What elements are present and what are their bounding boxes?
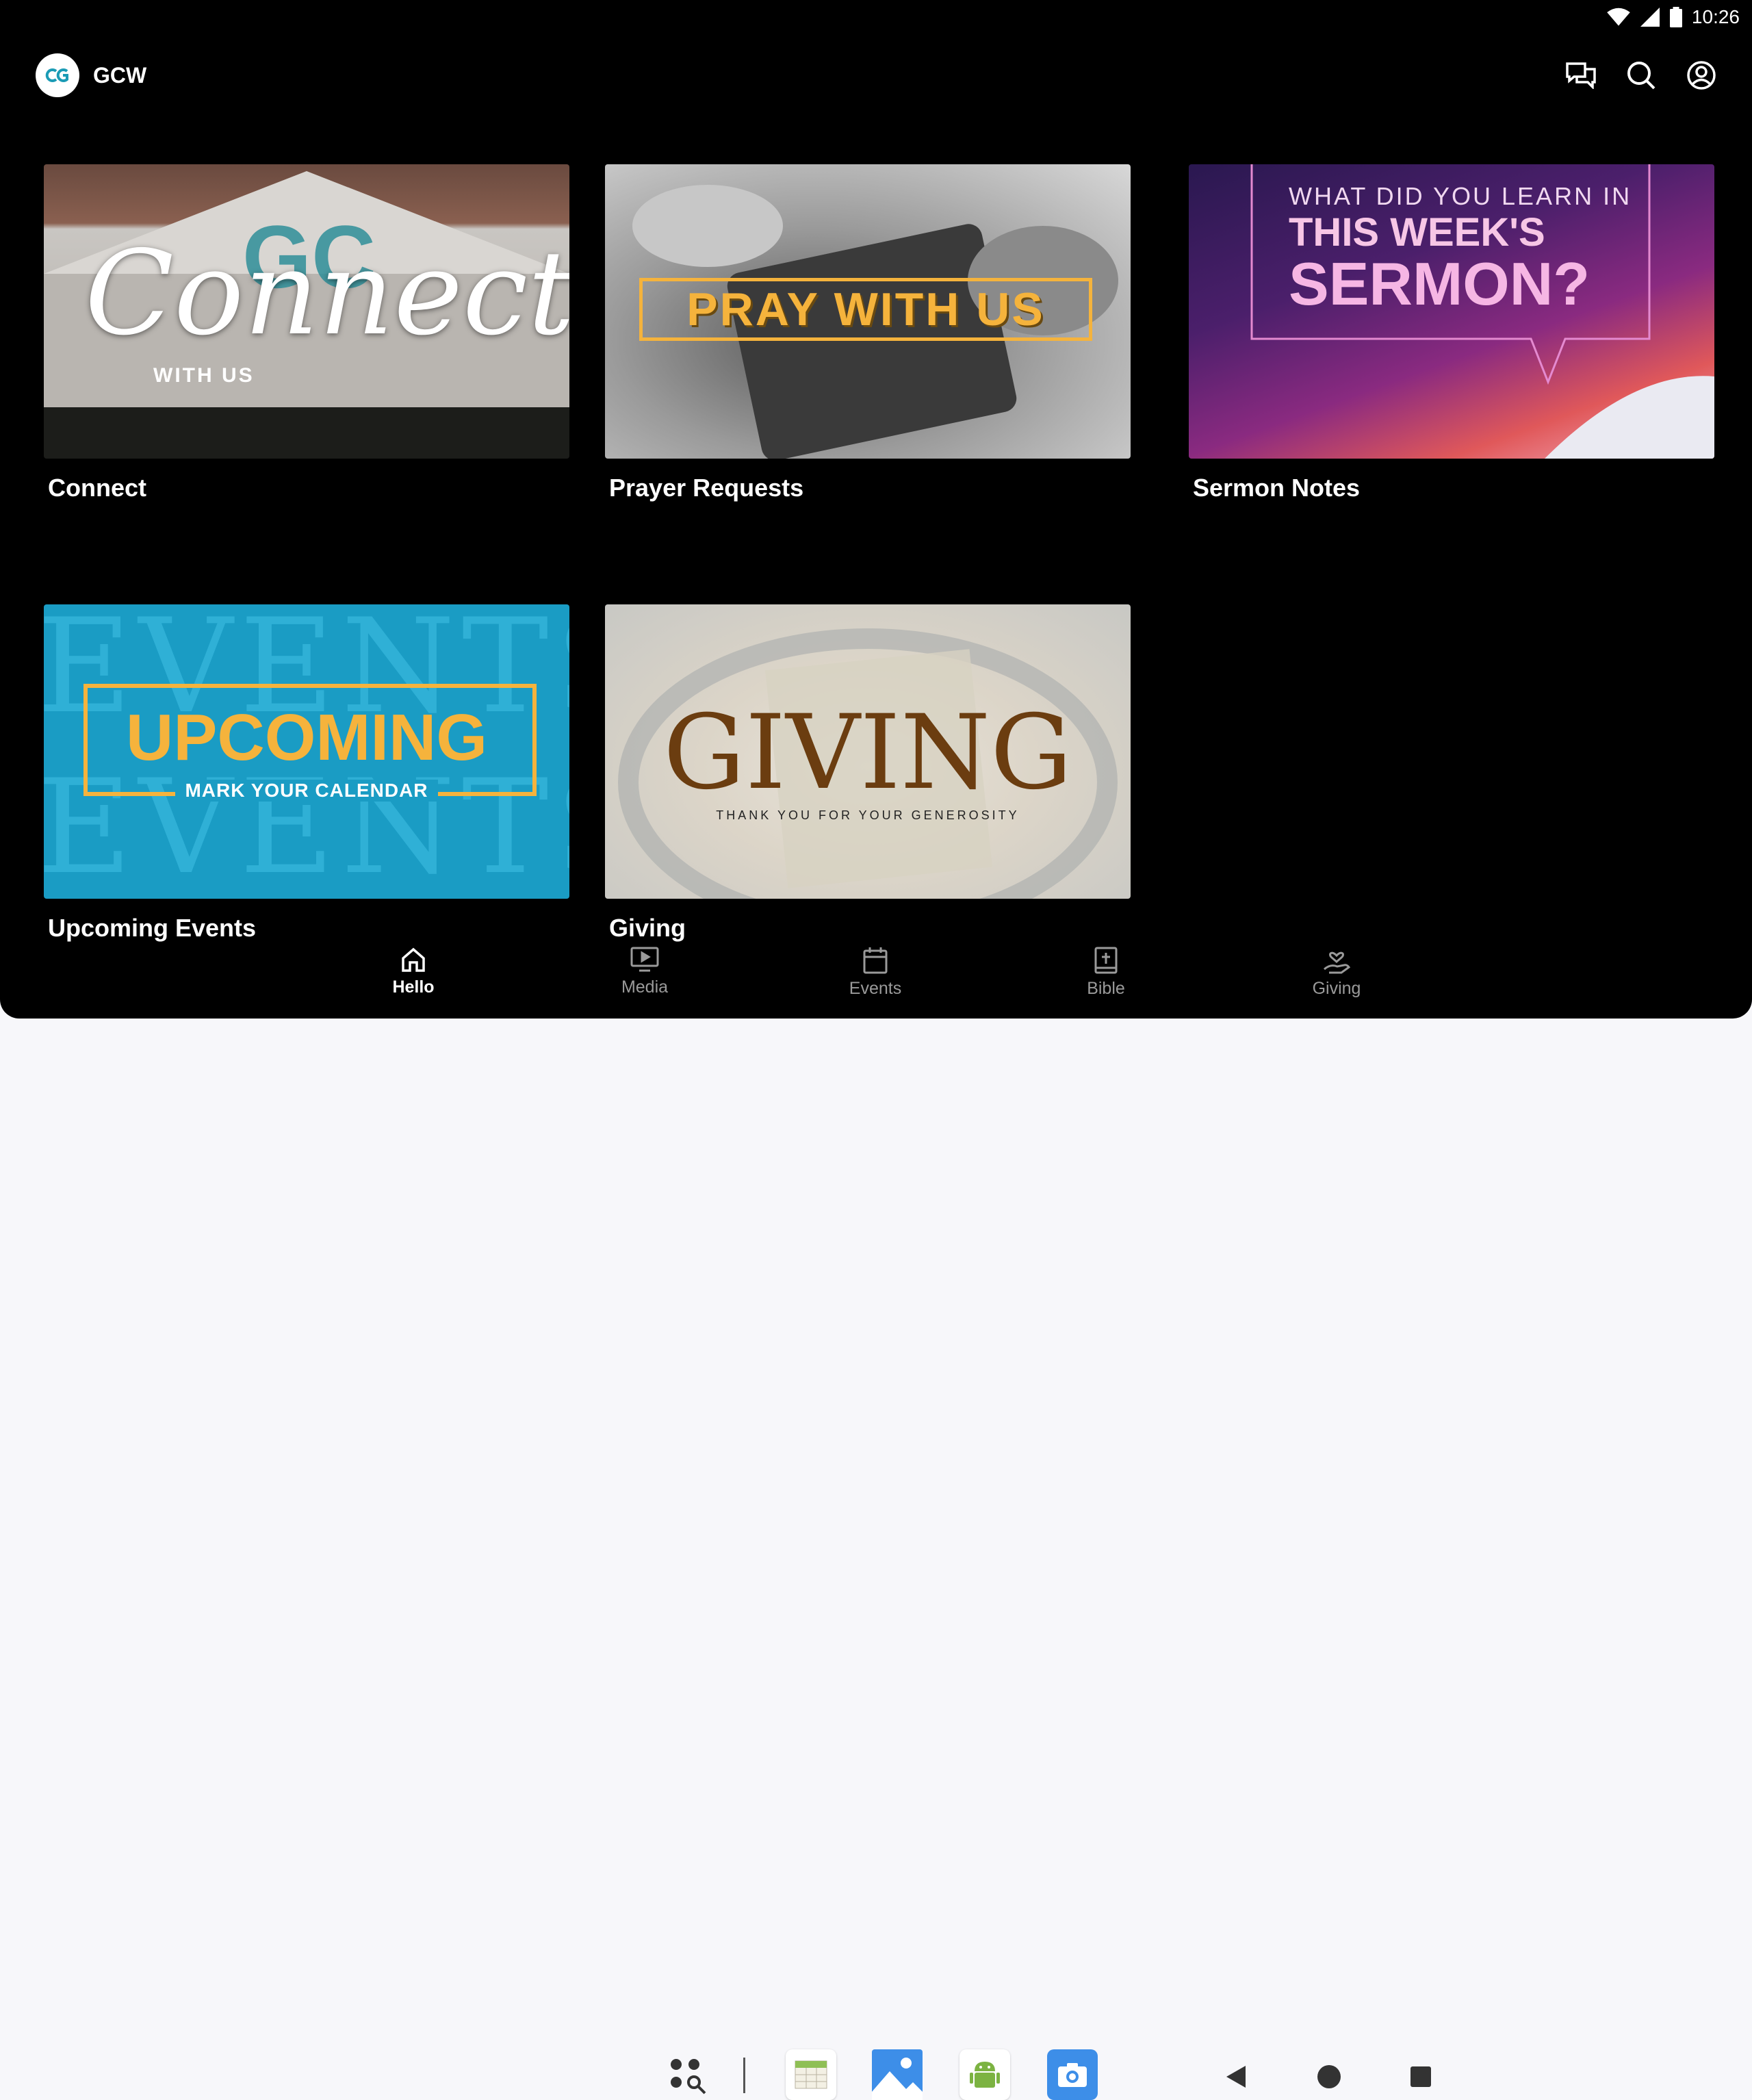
search-icon bbox=[1627, 62, 1656, 90]
nav-media[interactable]: Media bbox=[590, 946, 699, 997]
nav-hello[interactable]: Hello bbox=[359, 946, 468, 997]
account-button[interactable] bbox=[1685, 59, 1718, 92]
nav-giving[interactable]: Giving bbox=[1282, 946, 1391, 999]
status-time: 10:26 bbox=[1691, 6, 1740, 27]
app-header: GCW bbox=[36, 53, 146, 97]
recents-square-icon bbox=[1410, 2066, 1431, 2087]
back-triangle-icon bbox=[1226, 2066, 1246, 2088]
nav-label: Giving bbox=[1312, 979, 1361, 998]
media-icon bbox=[630, 947, 659, 972]
chat-button[interactable] bbox=[1564, 59, 1597, 92]
nav-recents-button[interactable] bbox=[1408, 2064, 1433, 2089]
taskbar-divider bbox=[743, 2058, 745, 2093]
app-window: 10:26 GCW GC Connect WITH US Connect PRA… bbox=[0, 0, 1752, 1019]
prayer-thumbnail: PRAY WITH US bbox=[605, 164, 1131, 459]
home-icon bbox=[402, 947, 425, 972]
account-icon bbox=[1687, 61, 1716, 90]
battery-icon bbox=[1669, 7, 1682, 27]
sermon-line3: SERMON? bbox=[1289, 250, 1590, 318]
card-prayer-requests[interactable]: PRAY WITH US Prayer Requests bbox=[605, 164, 1131, 502]
pray-banner-text: PRAY WITH US bbox=[686, 283, 1045, 335]
gc-logo-icon bbox=[45, 68, 68, 82]
card-title: Sermon Notes bbox=[1193, 474, 1361, 502]
calendar-icon bbox=[863, 947, 888, 974]
header-actions bbox=[1564, 59, 1718, 92]
events-sub-label: MARK YOUR CALENDAR bbox=[175, 780, 438, 802]
giving-sub-text: THANK YOU FOR YOUR GENEROSITY bbox=[716, 808, 1020, 822]
taskbar-app-camera[interactable] bbox=[1047, 2049, 1098, 2100]
card-sermon-notes[interactable]: WHAT DID YOU LEARN IN THIS WEEK'S SERMON… bbox=[1189, 164, 1714, 502]
app-logo[interactable] bbox=[36, 53, 79, 97]
nav-events[interactable]: Events bbox=[821, 946, 930, 999]
app-drawer-button[interactable] bbox=[667, 2055, 708, 2096]
nav-label: Events bbox=[849, 979, 902, 998]
search-button[interactable] bbox=[1625, 59, 1658, 92]
sermon-line1: WHAT DID YOU LEARN IN bbox=[1289, 182, 1632, 210]
bottom-navigation: Hello Media Events Bible Giving bbox=[0, 946, 1752, 1019]
card-upcoming-events[interactable]: EVENTS EVENTS UPCOMING MARK YOUR CALENDA… bbox=[44, 604, 569, 943]
connect-script-text: Connect bbox=[85, 226, 569, 361]
connect-sub-text: WITH US bbox=[153, 364, 255, 387]
card-title: Upcoming Events bbox=[48, 914, 257, 942]
taskbar-app-android[interactable] bbox=[959, 2049, 1010, 2100]
taskbar-app-sheets[interactable] bbox=[786, 2049, 836, 2100]
events-sub-text: MARK YOUR CALENDAR bbox=[44, 780, 569, 802]
events-thumbnail: EVENTS EVENTS UPCOMING MARK YOUR CALENDA… bbox=[44, 604, 569, 899]
app-drawer-search-icon bbox=[671, 2059, 706, 2095]
nav-home-button[interactable] bbox=[1315, 2063, 1343, 2090]
chat-icon bbox=[1566, 62, 1596, 89]
android-app-icon bbox=[970, 2062, 1000, 2088]
sermon-line2: THIS WEEK'S bbox=[1289, 210, 1545, 255]
card-title: Connect bbox=[48, 474, 146, 502]
system-taskbar bbox=[0, 1019, 1752, 2100]
status-bar: 10:26 bbox=[1607, 0, 1740, 34]
nav-label: Bible bbox=[1087, 979, 1125, 998]
home-circle-icon bbox=[1317, 2065, 1341, 2088]
giving-thumbnail: GIVING THANK YOU FOR YOUR GENEROSITY bbox=[605, 604, 1131, 899]
nav-bible[interactable]: Bible bbox=[1051, 946, 1161, 999]
giving-icon bbox=[1324, 951, 1351, 974]
card-connect[interactable]: GC Connect WITH US Connect bbox=[44, 164, 569, 502]
pray-banner: PRAY WITH US bbox=[639, 278, 1092, 341]
wifi-icon bbox=[1607, 8, 1630, 26]
signal-icon bbox=[1640, 8, 1660, 27]
spreadsheet-app-icon bbox=[795, 2060, 827, 2089]
card-giving[interactable]: GIVING THANK YOU FOR YOUR GENEROSITY Giv… bbox=[605, 604, 1131, 943]
app-title: GCW bbox=[93, 62, 147, 88]
gallery-app-icon bbox=[872, 2049, 923, 2100]
bible-icon bbox=[1094, 947, 1118, 974]
giving-main-text: GIVING bbox=[663, 693, 1072, 812]
connect-thumbnail: GC Connect WITH US bbox=[44, 164, 569, 459]
events-main-text: UPCOMING bbox=[126, 701, 487, 774]
nav-label: Media bbox=[621, 977, 669, 997]
card-title: Giving bbox=[609, 914, 686, 942]
camera-app-icon bbox=[1058, 2063, 1087, 2087]
card-title: Prayer Requests bbox=[609, 474, 804, 502]
nav-label: Hello bbox=[392, 977, 435, 997]
taskbar-app-photos[interactable] bbox=[872, 2049, 923, 2100]
sermon-thumbnail: WHAT DID YOU LEARN IN THIS WEEK'S SERMON… bbox=[1189, 164, 1714, 459]
nav-back-button[interactable] bbox=[1222, 2063, 1250, 2090]
